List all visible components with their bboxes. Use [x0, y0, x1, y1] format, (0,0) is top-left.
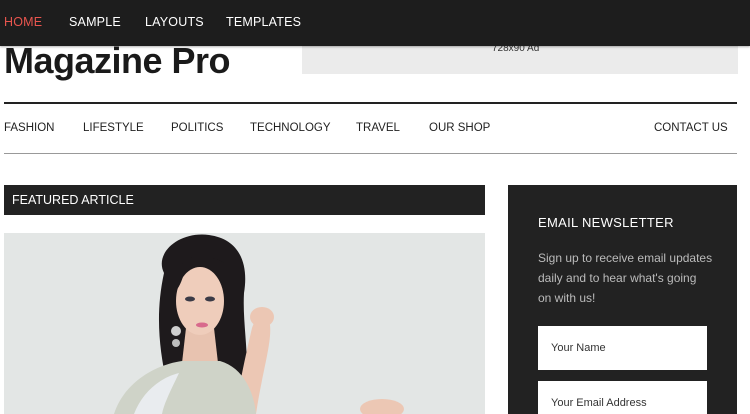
nav-item-technology[interactable]: TECHNOLOGY	[250, 122, 331, 134]
topnav-layouts-link[interactable]: LAYOUTS	[145, 15, 204, 29]
top-navigation-bar: HOME SAMPLE LAYOUTS TEMPLATES	[0, 0, 750, 46]
newsletter-description: Sign up to receive email updates daily a…	[538, 251, 713, 305]
featured-article-heading: FEATURED ARTICLE	[4, 185, 485, 215]
newsletter-heading: EMAIL NEWSLETTER	[538, 215, 674, 230]
nav-bottom-divider	[4, 153, 737, 154]
newsletter-widget: EMAIL NEWSLETTER Sign up to receive emai…	[508, 185, 737, 414]
nav-item-lifestyle[interactable]: LIFESTYLE	[83, 122, 144, 134]
topnav-home-link[interactable]: HOME	[4, 15, 42, 29]
newsletter-name-input[interactable]	[538, 326, 707, 370]
nav-item-our-shop[interactable]: OUR SHOP	[429, 122, 490, 134]
nav-item-contact-us[interactable]: CONTACT US	[654, 122, 728, 134]
topnav-sample-link[interactable]: SAMPLE	[69, 15, 121, 29]
site-title[interactable]: Magazine Pro	[4, 40, 231, 82]
featured-article-image[interactable]	[4, 233, 485, 414]
nav-item-fashion[interactable]: FASHION	[4, 122, 54, 134]
portrait-illustration	[4, 233, 485, 414]
nav-item-travel[interactable]: TRAVEL	[356, 122, 400, 134]
topnav-templates-link[interactable]: TEMPLATES	[226, 15, 301, 29]
nav-top-divider	[4, 102, 737, 104]
nav-item-politics[interactable]: POLITICS	[171, 122, 223, 134]
newsletter-email-input[interactable]	[538, 381, 707, 414]
